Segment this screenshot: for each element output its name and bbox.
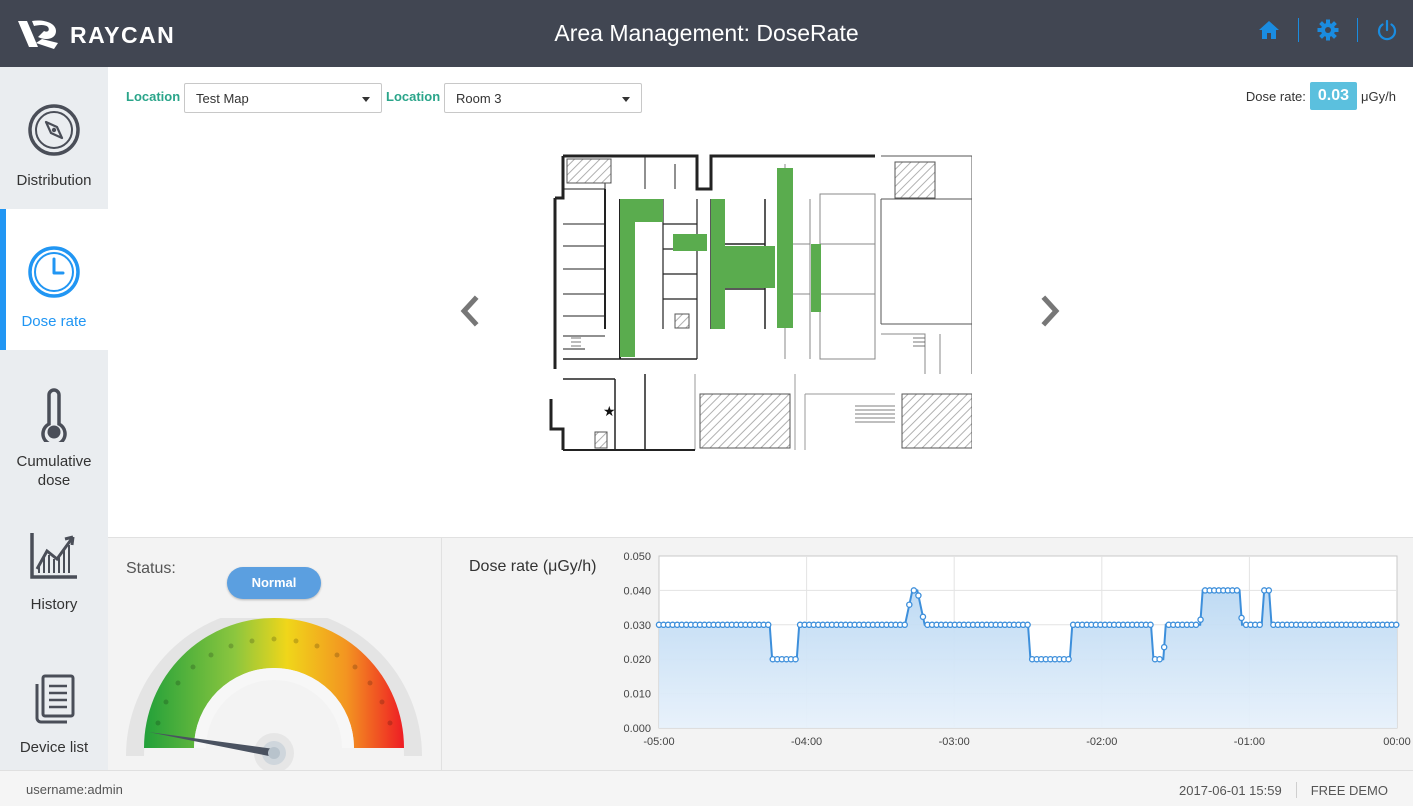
data-point <box>1147 621 1154 629</box>
chevron-right-icon[interactable] <box>1038 293 1064 329</box>
y-tick-label: 0.000 <box>623 723 651 735</box>
sidebar: Distribution Dose rate Cumulative dose H… <box>0 67 108 770</box>
location-select-room[interactable]: Room 3 <box>444 83 642 113</box>
power-icon[interactable] <box>1375 18 1399 42</box>
status-label: Status: <box>126 560 176 577</box>
x-tick-label: -03:00 <box>939 736 970 748</box>
data-point <box>1024 621 1031 629</box>
sidebar-item-label: Cumulative dose <box>16 453 92 489</box>
datetime-label: 2017-06-01 15:59 <box>1179 782 1282 798</box>
page-title: Area Management: DoseRate <box>554 20 859 46</box>
header-divider <box>1357 18 1358 42</box>
data-point <box>1233 587 1241 594</box>
chevron-left-icon[interactable] <box>456 293 482 329</box>
data-point <box>906 601 913 608</box>
y-tick-label: 0.030 <box>623 620 651 632</box>
header-divider <box>1298 18 1299 42</box>
location-select-map[interactable]: Test Map <box>184 83 382 113</box>
sidebar-item-distribution[interactable]: Distribution <box>0 67 108 208</box>
data-point <box>1238 614 1245 622</box>
footer-divider <box>1295 782 1297 798</box>
dose-rate-value: 0.03 <box>1309 82 1358 110</box>
data-point <box>1256 621 1263 629</box>
compass-icon <box>28 104 80 156</box>
y-tick-label: 0.010 <box>623 689 651 701</box>
x-tick-label: -02:00 <box>1086 736 1117 748</box>
data-point <box>901 621 909 629</box>
data-point <box>1197 616 1204 623</box>
status-panel: Status: Normal <box>108 537 441 773</box>
data-point <box>910 587 918 594</box>
chart-history-icon <box>30 533 77 579</box>
data-point <box>764 621 772 629</box>
dose-gauge <box>126 618 422 773</box>
sidebar-item-label: Dose rate <box>21 313 87 330</box>
data-point <box>1192 621 1200 629</box>
sidebar-item-label: Device list <box>19 739 89 756</box>
location-label: Location <box>386 89 441 104</box>
select-value: Room 3 <box>456 91 502 106</box>
edition-label: FREE DEMO <box>1310 782 1388 798</box>
map-area: Location Test Map Location Room 3 Dose r… <box>108 67 1413 537</box>
floor-plan-map[interactable]: ★ <box>545 154 972 454</box>
data-point <box>919 613 927 621</box>
dose-rate-unit: μGy/h <box>1361 88 1396 104</box>
data-point <box>1156 655 1163 663</box>
dose-rate-label: Dose rate: <box>1245 88 1306 104</box>
document-list-icon <box>35 674 75 724</box>
dose-rate-chart-panel: Dose rate (μGy/h) 0.000 0.010 0.020 0.030 0.… <box>441 537 1413 770</box>
footer: username:admin 2017-06-01 15:59 FREE DEM… <box>0 770 1413 806</box>
sidebar-item-label: History <box>30 596 78 613</box>
thermometer-icon <box>41 388 67 442</box>
sidebar-item-dose-rate[interactable]: Dose rate <box>0 209 108 350</box>
user-label: username:admin <box>26 782 123 797</box>
sidebar-item-device-list[interactable]: Device list <box>0 632 108 773</box>
gear-icon[interactable] <box>1316 18 1340 42</box>
caret-down-icon <box>622 97 630 102</box>
dose-rate-readout: Dose rate: 0.03 μGy/h <box>1246 82 1396 110</box>
star-marker[interactable]: ★ <box>603 404 616 420</box>
y-tick-label: 0.020 <box>623 654 651 666</box>
select-value: Test Map <box>196 91 249 106</box>
dose-rate-chart[interactable]: 0.000 0.010 0.020 0.030 0.040 0.050 -05:00 -04:… <box>442 538 1413 771</box>
status-badge: Normal <box>227 567 321 599</box>
x-tick-label: -04:00 <box>791 736 822 748</box>
y-tick-label: 0.050 <box>623 551 651 563</box>
y-tick-label: 0.040 <box>623 585 651 597</box>
home-icon[interactable] <box>1257 18 1281 42</box>
sidebar-item-cumulative-dose[interactable]: Cumulative dose <box>0 350 108 491</box>
sidebar-item-label: Distribution <box>16 172 92 189</box>
data-point <box>1393 621 1400 629</box>
data-point <box>1265 587 1273 594</box>
sidebar-item-history[interactable]: History <box>0 491 108 632</box>
x-tick-label: -01:00 <box>1234 736 1265 748</box>
data-point <box>792 655 799 663</box>
data-point <box>915 592 922 599</box>
data-point <box>1065 655 1072 663</box>
app-header: RAYCAN Area Management: DoseRate <box>0 0 1413 67</box>
data-point <box>1160 643 1168 651</box>
x-tick-label: -05:00 <box>643 736 674 748</box>
x-tick-label: 00:00 <box>1383 736 1411 748</box>
caret-down-icon <box>362 97 370 102</box>
clock-icon <box>28 246 80 298</box>
location-label: Location <box>126 89 181 104</box>
